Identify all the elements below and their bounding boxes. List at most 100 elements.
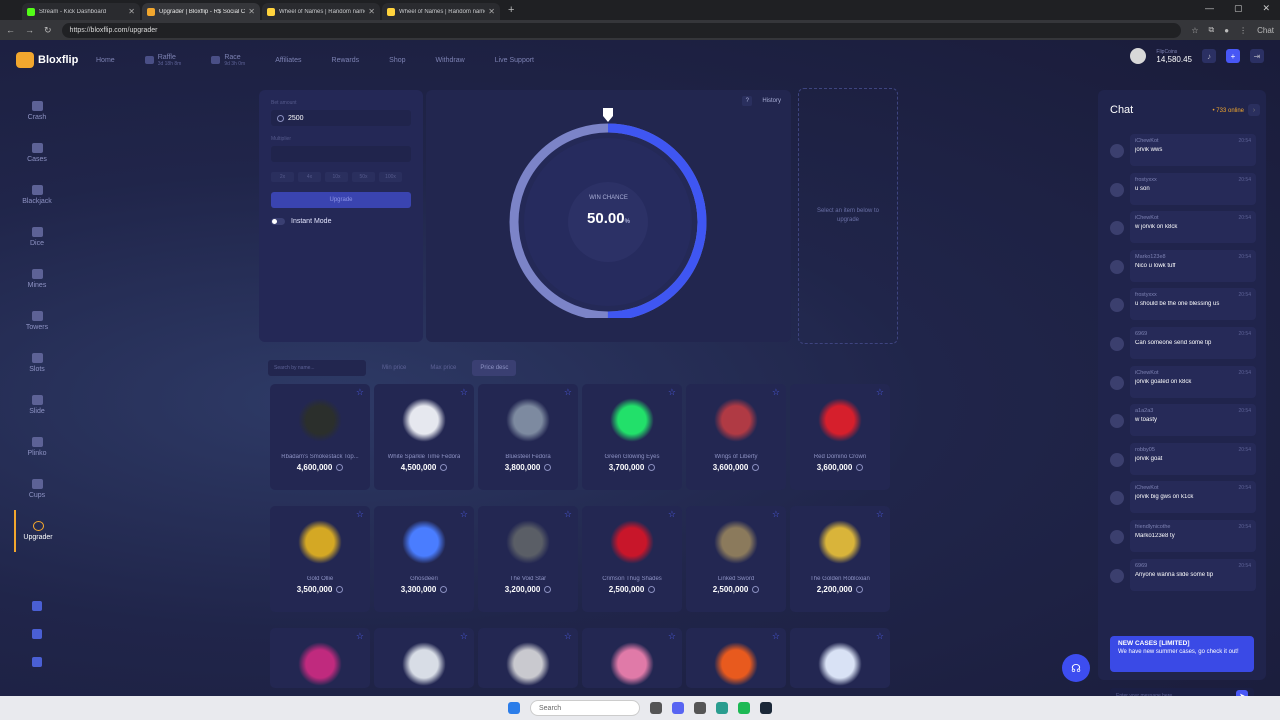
avatar[interactable]: [1110, 182, 1124, 197]
item-card[interactable]: ☆: [478, 628, 578, 688]
favorite-star-icon[interactable]: ☆: [460, 631, 468, 642]
avatar[interactable]: [1110, 259, 1124, 274]
item-card[interactable]: ☆: [270, 628, 370, 688]
support-headset-icon[interactable]: ☊: [1062, 654, 1090, 682]
favorite-star-icon[interactable]: ☆: [564, 509, 572, 520]
minimize-icon[interactable]: —: [1205, 3, 1214, 14]
bookmark-star-icon[interactable]: ☆: [1191, 26, 1198, 35]
multiplier-preset-button[interactable]: 100x: [379, 172, 402, 182]
avatar[interactable]: [1110, 568, 1124, 583]
chat-username[interactable]: iChewKot: [1135, 485, 1159, 491]
sidebar-item-towers[interactable]: Towers: [14, 300, 60, 342]
help-button[interactable]: ?: [742, 96, 753, 106]
item-card[interactable]: ☆: [686, 628, 786, 688]
item-card[interactable]: ☆ Red Domino Crown 3,600,000: [790, 384, 890, 490]
item-card[interactable]: ☆ Rbadam's Smokestack Top... 4,600,000: [270, 384, 370, 490]
item-card[interactable]: ☆: [790, 628, 890, 688]
close-tab-icon[interactable]: ✕: [368, 7, 375, 16]
maximize-icon[interactable]: ▢: [1234, 3, 1243, 14]
sidebar-item-plinko[interactable]: Plinko: [14, 426, 60, 468]
sidebar-item-slots[interactable]: Slots: [14, 342, 60, 384]
chrome-icon[interactable]: [716, 702, 728, 714]
discord-icon[interactable]: [32, 657, 42, 667]
menu-icon[interactable]: ⋮: [1239, 26, 1247, 35]
favorite-star-icon[interactable]: ☆: [668, 631, 676, 642]
instant-mode-toggle[interactable]: Instant Mode: [271, 218, 411, 225]
bet-amount-input[interactable]: 2500: [271, 110, 411, 126]
history-button[interactable]: History: [762, 98, 781, 104]
sidebar-item-upgrader[interactable]: Upgrader: [14, 510, 60, 552]
item-card[interactable]: ☆ White Sparkle Time Fedora 4,500,000: [374, 384, 474, 490]
item-card[interactable]: ☆: [374, 628, 474, 688]
multiplier-input[interactable]: [271, 146, 411, 162]
chat-username[interactable]: 6969: [1135, 563, 1147, 569]
chat-username[interactable]: robby05: [1135, 447, 1155, 453]
favorite-star-icon[interactable]: ☆: [668, 509, 676, 520]
multiplier-preset-button[interactable]: 50x: [352, 172, 375, 182]
shield-icon[interactable]: [32, 629, 42, 639]
item-card[interactable]: ☆ Ghosdeeri 3,300,000: [374, 506, 474, 612]
favorite-star-icon[interactable]: ☆: [772, 387, 780, 398]
chat-username[interactable]: a1a2a3: [1135, 408, 1153, 414]
chat-collapse-icon[interactable]: ›: [1248, 104, 1260, 116]
item-card[interactable]: ☆ Wings of Liberty 3,600,000: [686, 384, 786, 490]
avatar[interactable]: [1130, 48, 1147, 64]
avatar[interactable]: [1110, 452, 1124, 467]
url-field[interactable]: https://bloxflip.com/upgrader: [61, 22, 1182, 38]
item-card[interactable]: ☆ Crimson Thug Shades 2,500,000: [582, 506, 682, 612]
avatar[interactable]: [1110, 221, 1124, 236]
nav-live-support[interactable]: Live Support: [495, 57, 534, 64]
browser-tab[interactable]: Stream - Kick Dashboard ✕: [22, 3, 140, 20]
avatar[interactable]: [1110, 336, 1124, 351]
sidebar-item-crash[interactable]: Crash: [14, 90, 60, 132]
nav-home[interactable]: Home: [96, 57, 115, 64]
microphone-icon[interactable]: [32, 601, 42, 611]
explorer-icon[interactable]: [650, 702, 662, 714]
min-price-input[interactable]: Min price: [374, 360, 414, 376]
taskbar-search[interactable]: Search: [530, 700, 640, 716]
chat-username[interactable]: iChewKot: [1135, 370, 1159, 376]
nav-rewards[interactable]: Rewards: [332, 57, 360, 64]
favorite-star-icon[interactable]: ☆: [564, 631, 572, 642]
favorite-star-icon[interactable]: ☆: [876, 387, 884, 398]
avatar[interactable]: [1110, 414, 1124, 429]
close-tab-icon[interactable]: ✕: [248, 7, 255, 16]
chat-username[interactable]: iChewKot: [1135, 138, 1159, 144]
browser-tab[interactable]: Wheel of Names | Random name picker✕: [262, 3, 380, 20]
chat-button[interactable]: Chat: [1257, 26, 1274, 35]
obs-icon[interactable]: [694, 702, 706, 714]
chat-username[interactable]: frostyxxx: [1135, 292, 1157, 298]
profile-icon[interactable]: ●: [1224, 26, 1229, 35]
promo-banner[interactable]: NEW CASES [LIMITED] We have new summer ca…: [1110, 636, 1254, 672]
max-price-input[interactable]: Max price: [422, 360, 464, 376]
favorite-star-icon[interactable]: ☆: [460, 387, 468, 398]
favorite-star-icon[interactable]: ☆: [564, 387, 572, 398]
sidebar-item-dice[interactable]: Dice: [14, 216, 60, 258]
target-item-slot[interactable]: Select an item below to upgrade: [798, 88, 898, 344]
discord-taskbar-icon[interactable]: [672, 702, 684, 714]
item-card[interactable]: ☆ Linked Sword 2,500,000: [686, 506, 786, 612]
item-card[interactable]: ☆ The Golden Robloxian 2,200,000: [790, 506, 890, 612]
close-window-icon[interactable]: ✕: [1262, 3, 1270, 14]
deposit-plus-button[interactable]: +: [1226, 49, 1240, 63]
close-tab-icon[interactable]: ✕: [128, 7, 135, 16]
sidebar-item-cups[interactable]: Cups: [14, 468, 60, 510]
chat-username[interactable]: friendlynicothe: [1135, 524, 1170, 530]
sidebar-item-blackjack[interactable]: Blackjack: [14, 174, 60, 216]
steam-icon[interactable]: [760, 702, 772, 714]
nav-withdraw[interactable]: Withdraw: [436, 57, 465, 64]
chat-username[interactable]: iChewKot: [1135, 215, 1159, 221]
avatar[interactable]: [1110, 529, 1124, 544]
avatar[interactable]: [1110, 491, 1124, 506]
browser-tab-active[interactable]: Upgrader | Bloxflip - R$ Social Casino✕: [142, 3, 260, 20]
bell-icon[interactable]: ♪: [1202, 49, 1216, 63]
back-icon[interactable]: ←: [6, 25, 15, 36]
chat-username[interactable]: Marko123e8: [1135, 254, 1166, 260]
sidebar-item-mines[interactable]: Mines: [14, 258, 60, 300]
favorite-star-icon[interactable]: ☆: [876, 509, 884, 520]
sort-price-desc-button[interactable]: Price desc: [472, 360, 517, 376]
item-card[interactable]: ☆ The Void Star 3,200,000: [478, 506, 578, 612]
avatar[interactable]: [1110, 144, 1124, 158]
multiplier-preset-button[interactable]: 10x: [325, 172, 348, 182]
favorite-star-icon[interactable]: ☆: [668, 387, 676, 398]
